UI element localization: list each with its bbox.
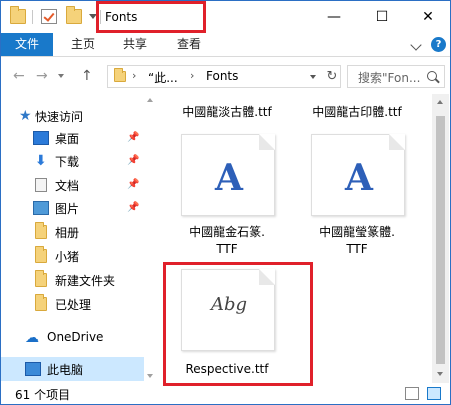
- sidebar-item-pictures[interactable]: 图片 📌: [1, 196, 144, 220]
- onedrive-icon: ☁: [25, 330, 39, 346]
- download-icon: ⬇: [35, 153, 47, 169]
- sidebar-item-downloads[interactable]: ⬇ 下载 📌: [1, 149, 144, 173]
- details-view-icon[interactable]: [405, 387, 419, 400]
- properties-icon[interactable]: [41, 9, 57, 24]
- sidebar-item-label: 相册: [55, 226, 80, 240]
- file-name-ext: TTF: [346, 242, 368, 256]
- folder-icon: [35, 294, 47, 311]
- font-thumbnail: A: [311, 134, 405, 216]
- sidebar-item-desktop[interactable]: 桌面 📌: [1, 126, 144, 150]
- folder-icon: [35, 270, 47, 287]
- sidebar-item-label: 小猪: [55, 250, 80, 264]
- file-name: 中國龍瑩篆體.: [319, 225, 395, 239]
- sidebar-item-label: 快速访问: [35, 110, 84, 124]
- pin-icon: 📌: [127, 179, 140, 190]
- ribbon-tabs: 文件 主页 共享 查看 ?: [1, 33, 450, 57]
- folder-icon: [114, 68, 126, 82]
- scroll-up-icon[interactable]: [437, 100, 443, 104]
- close-button[interactable]: ✕: [405, 1, 450, 33]
- highlight-box: [163, 262, 313, 386]
- up-button[interactable]: ↑: [81, 68, 93, 84]
- folder-icon: [10, 6, 26, 24]
- help-icon[interactable]: ?: [431, 37, 446, 52]
- status-bar: 61 个项目: [1, 383, 450, 404]
- sidebar-item-label: 下载: [55, 155, 80, 169]
- divider: [32, 10, 33, 24]
- sidebar-item-piggy[interactable]: 小猪: [1, 244, 144, 268]
- navigation-pane: ★ 快速访问 桌面 📌 ⬇ 下载 📌 文档 📌 图片 📌 相册 小猪 新建文件夹…: [1, 94, 146, 383]
- navigation-pane-scrollbar[interactable]: [145, 94, 155, 383]
- sidebar-item-album[interactable]: 相册: [1, 220, 144, 244]
- sidebar-item-processed[interactable]: 已处理: [1, 292, 144, 316]
- font-thumbnail: A: [181, 134, 275, 216]
- scroll-up-icon[interactable]: [147, 98, 153, 102]
- sidebar-item-label: 文档: [55, 179, 80, 193]
- vertical-scrollbar[interactable]: [432, 94, 449, 383]
- sidebar-item-label: 新建文件夹: [55, 274, 116, 288]
- folder-icon: [35, 222, 47, 239]
- file-item[interactable]: 中國龍古印體.ttf: [299, 104, 415, 121]
- tab-file[interactable]: 文件: [1, 33, 53, 56]
- new-folder-icon[interactable]: [66, 6, 82, 24]
- forward-button[interactable]: →: [36, 68, 48, 84]
- item-count: 61 个项目: [15, 388, 71, 402]
- scroll-down-icon[interactable]: [437, 372, 443, 376]
- expand-ribbon-icon[interactable]: [410, 39, 422, 51]
- file-explorer-window: Fonts — ☐ ✕ 文件 主页 共享 查看 ? ← → ↑ › “此... …: [0, 0, 451, 405]
- search-icon[interactable]: [427, 71, 437, 81]
- navigation-bar: ← → ↑ › “此... › Fonts ↻ 搜索"Fon...: [1, 58, 450, 94]
- font-preview: A: [345, 157, 373, 199]
- document-icon: [35, 178, 47, 192]
- tab-view[interactable]: 查看: [167, 33, 211, 56]
- sidebar-item-label: 此电脑: [47, 363, 84, 377]
- sidebar-item-documents[interactable]: 文档 📌: [1, 173, 144, 197]
- minimize-button[interactable]: —: [311, 1, 357, 33]
- star-icon: ★: [19, 108, 32, 124]
- scrollbar-thumb[interactable]: [436, 116, 445, 364]
- breadcrumb-separator: ›: [132, 69, 137, 82]
- computer-icon: [25, 362, 41, 376]
- breadcrumb-separator: ›: [190, 69, 195, 82]
- font-preview: A: [215, 157, 243, 199]
- scroll-down-icon[interactable]: [147, 374, 153, 378]
- tab-share[interactable]: 共享: [113, 33, 157, 56]
- sidebar-item-label: 图片: [55, 202, 80, 216]
- sidebar-item-onedrive[interactable]: ☁ OneDrive: [1, 326, 144, 350]
- picture-icon: [33, 201, 49, 215]
- highlight-box: [96, 1, 206, 33]
- back-button[interactable]: ←: [13, 68, 25, 84]
- tab-home[interactable]: 主页: [61, 33, 105, 56]
- sidebar-item-this-pc[interactable]: 此电脑: [1, 357, 144, 381]
- search-placeholder: 搜索"Fon...: [358, 71, 421, 85]
- file-name: 中國龍金石篆.: [189, 225, 265, 239]
- folder-icon: [35, 246, 47, 263]
- breadcrumb-this-pc[interactable]: “此...: [148, 69, 178, 86]
- sidebar-item-label: OneDrive: [47, 330, 104, 344]
- breadcrumb-fonts[interactable]: Fonts: [206, 69, 238, 83]
- desktop-icon: [33, 131, 49, 145]
- sidebar-item-label: 桌面: [55, 132, 80, 146]
- file-name: 中國龍淡古體.ttf: [182, 105, 272, 119]
- file-item[interactable]: A 中國龍金石篆. TTF: [169, 134, 285, 264]
- recent-locations-icon[interactable]: [58, 74, 64, 78]
- refresh-icon[interactable]: ↻: [324, 67, 340, 86]
- large-icons-view-icon[interactable]: [427, 387, 441, 400]
- title-bar: Fonts — ☐ ✕: [1, 1, 450, 33]
- file-item[interactable]: A 中國龍瑩篆體. TTF: [299, 134, 415, 264]
- file-name: 中國龍古印體.ttf: [312, 105, 402, 119]
- file-item[interactable]: 中國龍淡古體.ttf: [169, 104, 285, 121]
- search-input[interactable]: 搜索"Fon...: [347, 65, 445, 88]
- file-name-ext: TTF: [216, 242, 238, 256]
- pin-icon: 📌: [127, 132, 140, 143]
- address-bar[interactable]: › “此... › Fonts ↻: [107, 65, 341, 88]
- maximize-button[interactable]: ☐: [359, 1, 405, 33]
- pin-icon: 📌: [127, 155, 140, 166]
- sidebar-item-new-folder[interactable]: 新建文件夹: [1, 268, 144, 292]
- chevron-down-icon[interactable]: [310, 75, 316, 79]
- sidebar-item-quick-access[interactable]: ★ 快速访问: [1, 104, 144, 128]
- sidebar-item-label: 已处理: [55, 298, 92, 312]
- pin-icon: 📌: [127, 202, 140, 213]
